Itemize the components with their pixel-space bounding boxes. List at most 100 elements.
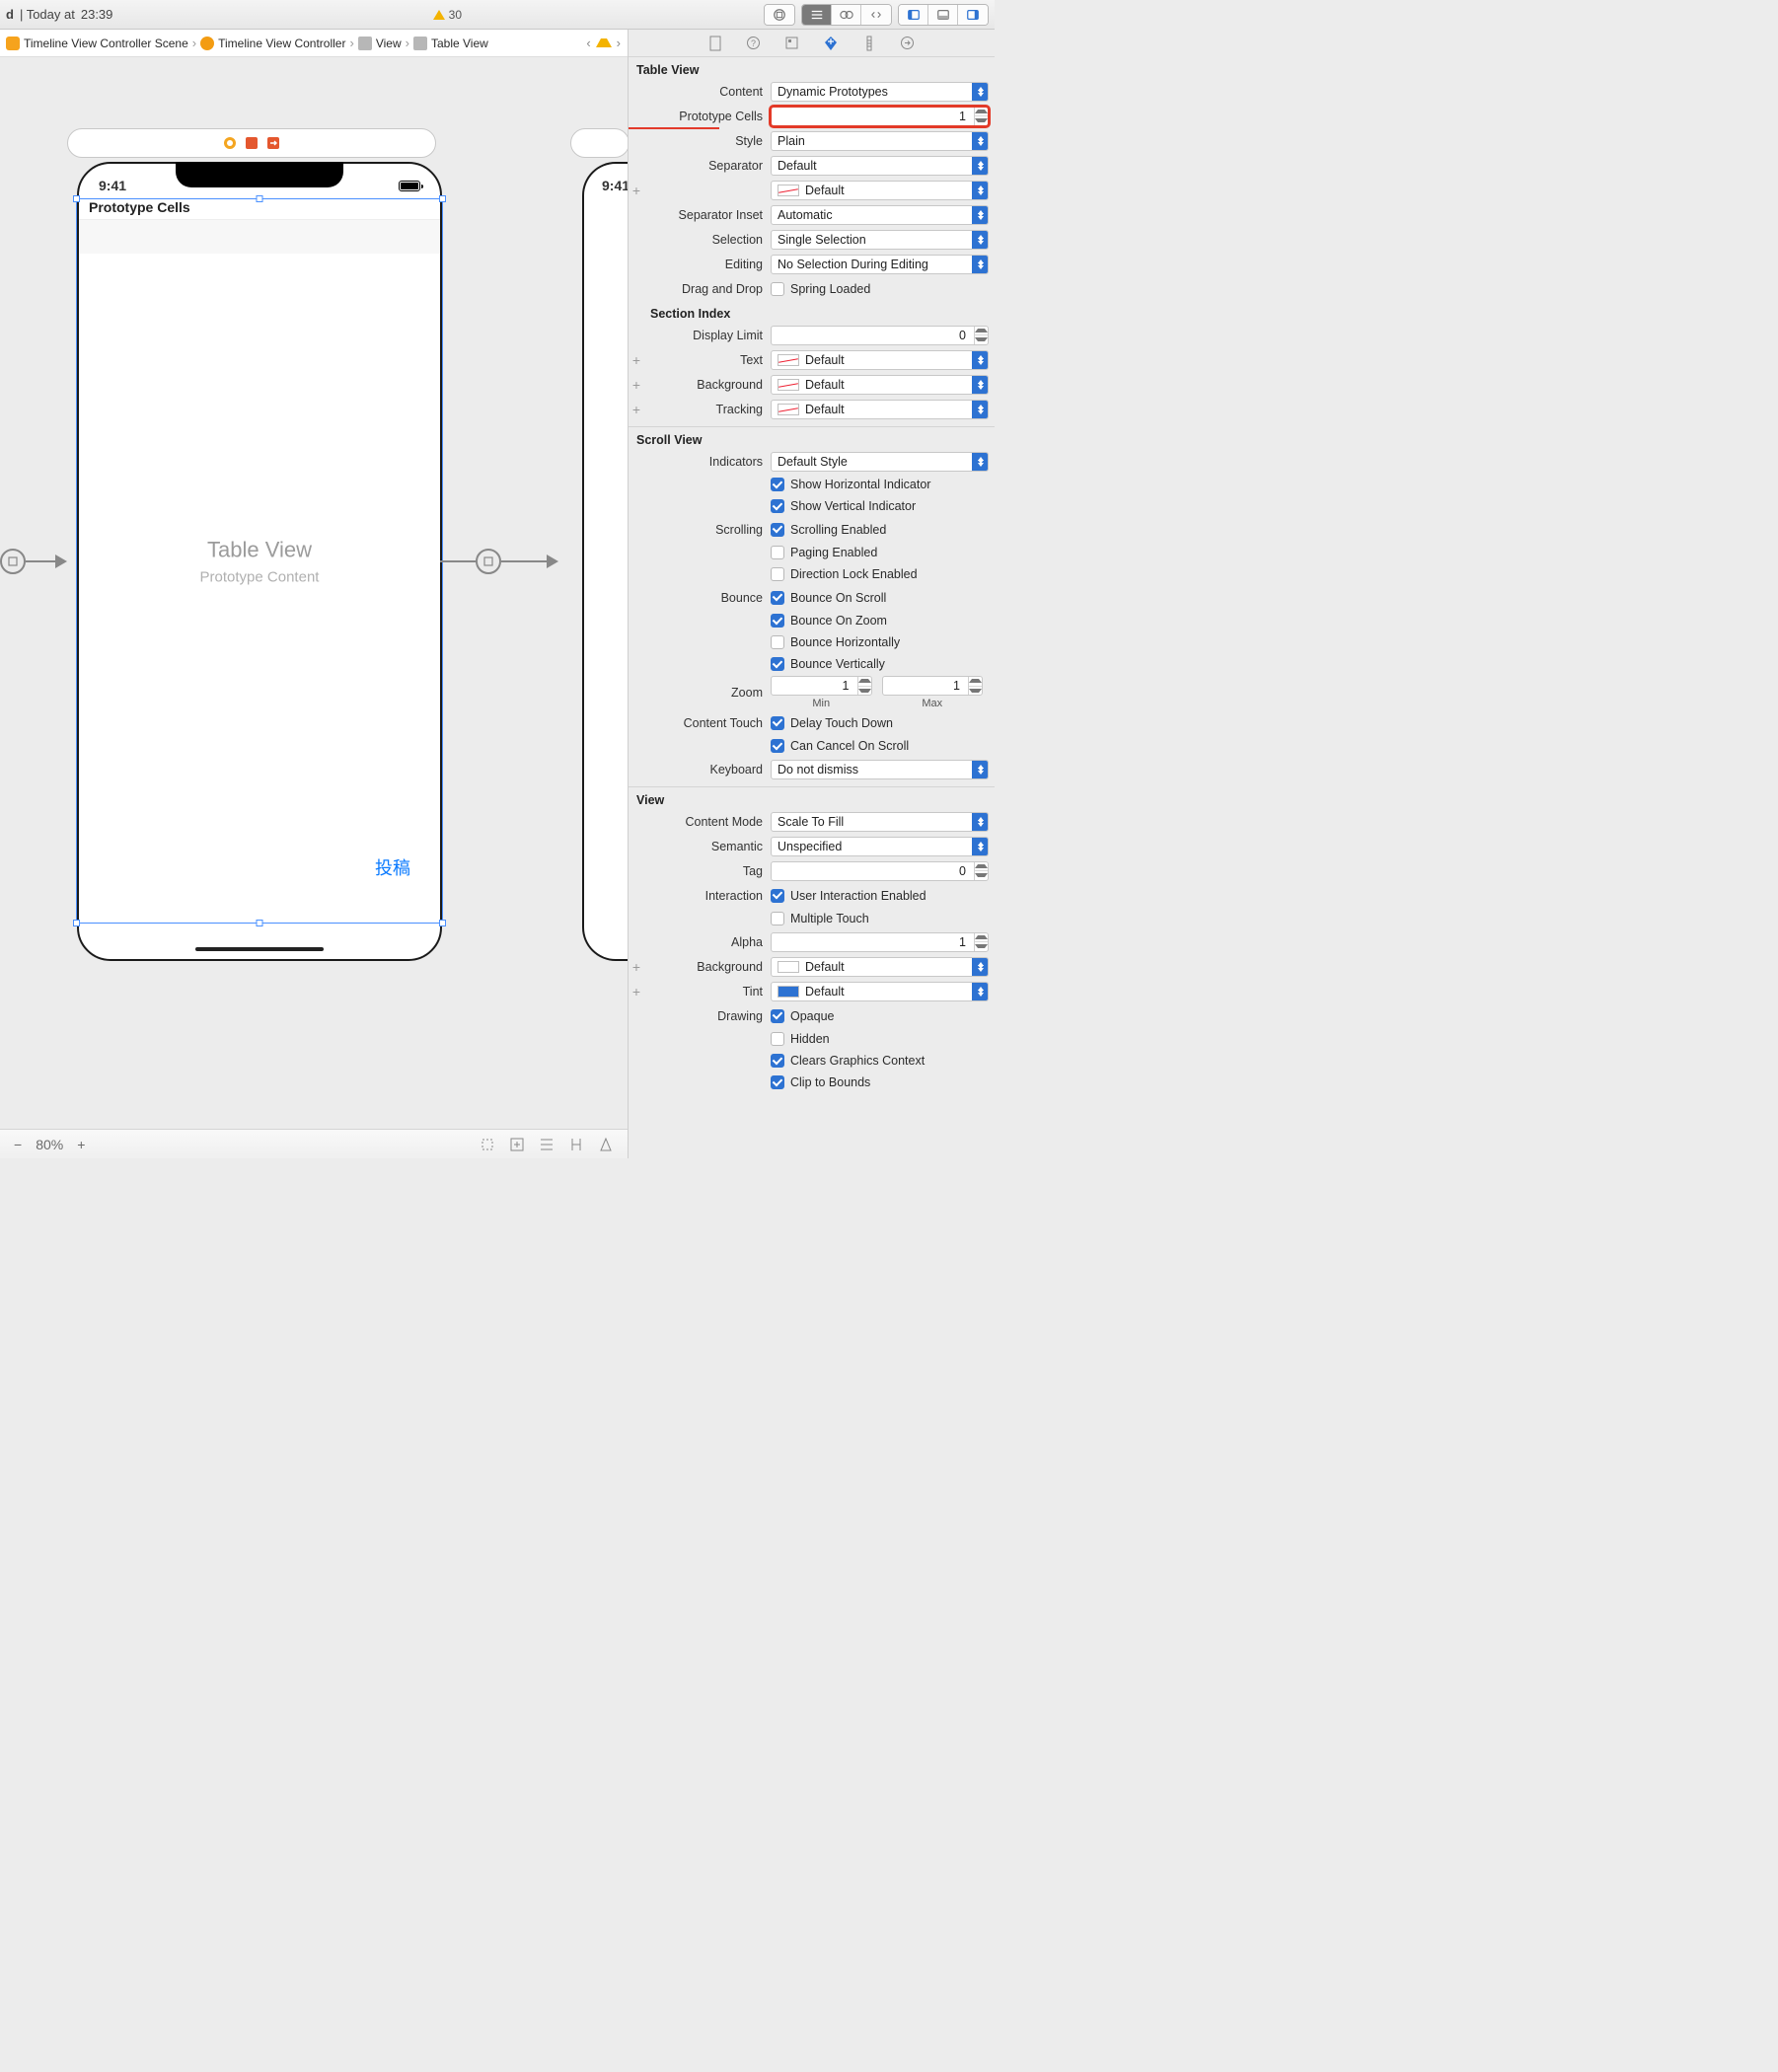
separator-popup[interactable]: Default [771,156,989,176]
separator-inset-popup[interactable]: Automatic [771,205,989,225]
opaque-checkbox[interactable] [771,1009,784,1023]
spring-loaded-checkbox[interactable] [771,282,784,296]
dirlock-checkbox[interactable] [771,567,784,581]
hidden-checkbox[interactable] [771,1032,784,1046]
dirlock-label: Direction Lock Enabled [790,567,918,581]
multitouch-checkbox[interactable] [771,912,784,925]
device-preview-2[interactable]: 9:41 [582,162,630,961]
semantic-popup[interactable]: Unspecified [771,837,989,856]
nav-back[interactable]: ‹ [583,36,593,50]
keyboard-popup[interactable]: Do not dismiss [771,760,989,779]
zoom-in-button[interactable]: + [77,1137,85,1152]
resolve-button[interactable] [598,1137,614,1152]
connections-inspector-tab[interactable] [900,36,915,50]
semantic-label: Semantic [644,840,771,853]
bounce-h-checkbox[interactable] [771,635,784,649]
max-sublabel: Max [882,698,984,709]
identity-inspector-tab[interactable] [784,36,799,50]
build-time: 23:39 [81,7,113,22]
display-limit-stepper[interactable]: 0 [771,326,989,345]
assistant-editor-button[interactable] [832,5,861,25]
jump-bar[interactable]: Timeline View Controller Scene › Timelin… [0,30,628,57]
add-button[interactable]: + [629,378,644,392]
segue-to-next[interactable] [440,549,558,574]
inspector-panel: ? Table View ContentDynamic Prototypes P… [628,30,995,1158]
library-button[interactable] [765,5,794,25]
pin-button[interactable] [568,1137,584,1152]
prototype-cell[interactable] [79,220,440,254]
bounce-zoom-checkbox[interactable] [771,614,784,628]
zoom-max-stepper[interactable]: 1 [882,676,984,696]
scene-dock[interactable] [67,128,436,158]
file-inspector-tab[interactable] [708,36,722,51]
prototype-cells-stepper[interactable]: 1 [771,107,989,126]
zoom-out-button[interactable]: − [14,1137,22,1152]
ib-canvas[interactable]: 9:41 Prototype Cells Table View Prototyp… [0,57,628,1158]
separator-color-popup[interactable]: Default [771,181,989,200]
post-bar-button[interactable]: 投稿 [375,854,410,880]
bounce-v-label: Bounce Vertically [790,657,885,671]
editing-popup[interactable]: No Selection During Editing [771,255,989,274]
project-name-fragment: d [6,7,14,22]
scene-dock-2[interactable] [570,128,630,158]
content-mode-popup[interactable]: Scale To Fill [771,812,989,832]
placeholder-subtitle: Prototype Content [200,569,320,586]
right-panel-toggle[interactable] [958,5,988,25]
paging-checkbox[interactable] [771,546,784,559]
align-button[interactable] [539,1137,555,1152]
entry-segue[interactable] [0,549,67,574]
bounds-button[interactable] [480,1137,495,1152]
si-background-popup[interactable]: Default [771,375,989,395]
scrolling-enabled-checkbox[interactable] [771,523,784,537]
quickhelp-tab[interactable]: ? [746,36,761,50]
add-button[interactable]: + [629,985,644,999]
show-h-indicator-checkbox[interactable] [771,478,784,491]
clip-checkbox[interactable] [771,1075,784,1089]
tracking-popup[interactable]: Default [771,400,989,419]
add-button[interactable]: + [629,403,644,416]
size-inspector-tab[interactable] [862,36,876,51]
bottom-panel-toggle[interactable] [928,5,958,25]
device-preview[interactable]: 9:41 Prototype Cells Table View Prototyp… [77,162,442,961]
uie-checkbox[interactable] [771,889,784,903]
delay-touch-checkbox[interactable] [771,716,784,730]
left-panel-toggle[interactable] [899,5,928,25]
zoom-level[interactable]: 80% [36,1137,63,1152]
crumb-view[interactable]: View [356,37,404,50]
view-background-popup[interactable]: Default [771,957,989,977]
add-button[interactable]: + [629,353,644,367]
scene-icon [6,37,20,50]
tint-popup[interactable]: Default [771,982,989,1001]
cancel-scroll-checkbox[interactable] [771,739,784,753]
bounce-v-checkbox[interactable] [771,657,784,671]
editor-mode-segmented [801,4,892,26]
standard-editor-button[interactable] [802,5,832,25]
version-editor-button[interactable] [861,5,891,25]
attributes-inspector-tab[interactable] [823,36,839,51]
bounce-scroll-checkbox[interactable] [771,591,784,605]
zoom-min-stepper[interactable]: 1 [771,676,872,696]
crumb-tableview[interactable]: Table View [411,37,490,50]
nav-fwd[interactable]: › [614,36,624,50]
color-well-icon [778,961,799,973]
alpha-label: Alpha [644,935,771,949]
content-popup[interactable]: Dynamic Prototypes [771,82,989,102]
add-button[interactable]: + [629,960,644,974]
text-color-popup[interactable]: Default [771,350,989,370]
issues-button[interactable]: 30 [433,8,462,22]
tag-stepper[interactable]: 0 [771,861,989,881]
style-popup[interactable]: Plain [771,131,989,151]
embed-button[interactable] [509,1137,525,1152]
tableview-icon [413,37,427,50]
show-h-label: Show Horizontal Indicator [790,478,930,491]
alpha-stepper[interactable]: 1 [771,932,989,952]
indicators-popup[interactable]: Default Style [771,452,989,472]
add-button[interactable]: + [629,184,644,197]
view-background-label: Background [644,960,771,974]
interaction-label: Interaction [644,889,771,903]
show-v-indicator-checkbox[interactable] [771,499,784,513]
selection-popup[interactable]: Single Selection [771,230,989,250]
clears-gc-checkbox[interactable] [771,1054,784,1068]
crumb-scene[interactable]: Timeline View Controller Scene [4,37,190,50]
crumb-controller[interactable]: Timeline View Controller [198,37,347,50]
